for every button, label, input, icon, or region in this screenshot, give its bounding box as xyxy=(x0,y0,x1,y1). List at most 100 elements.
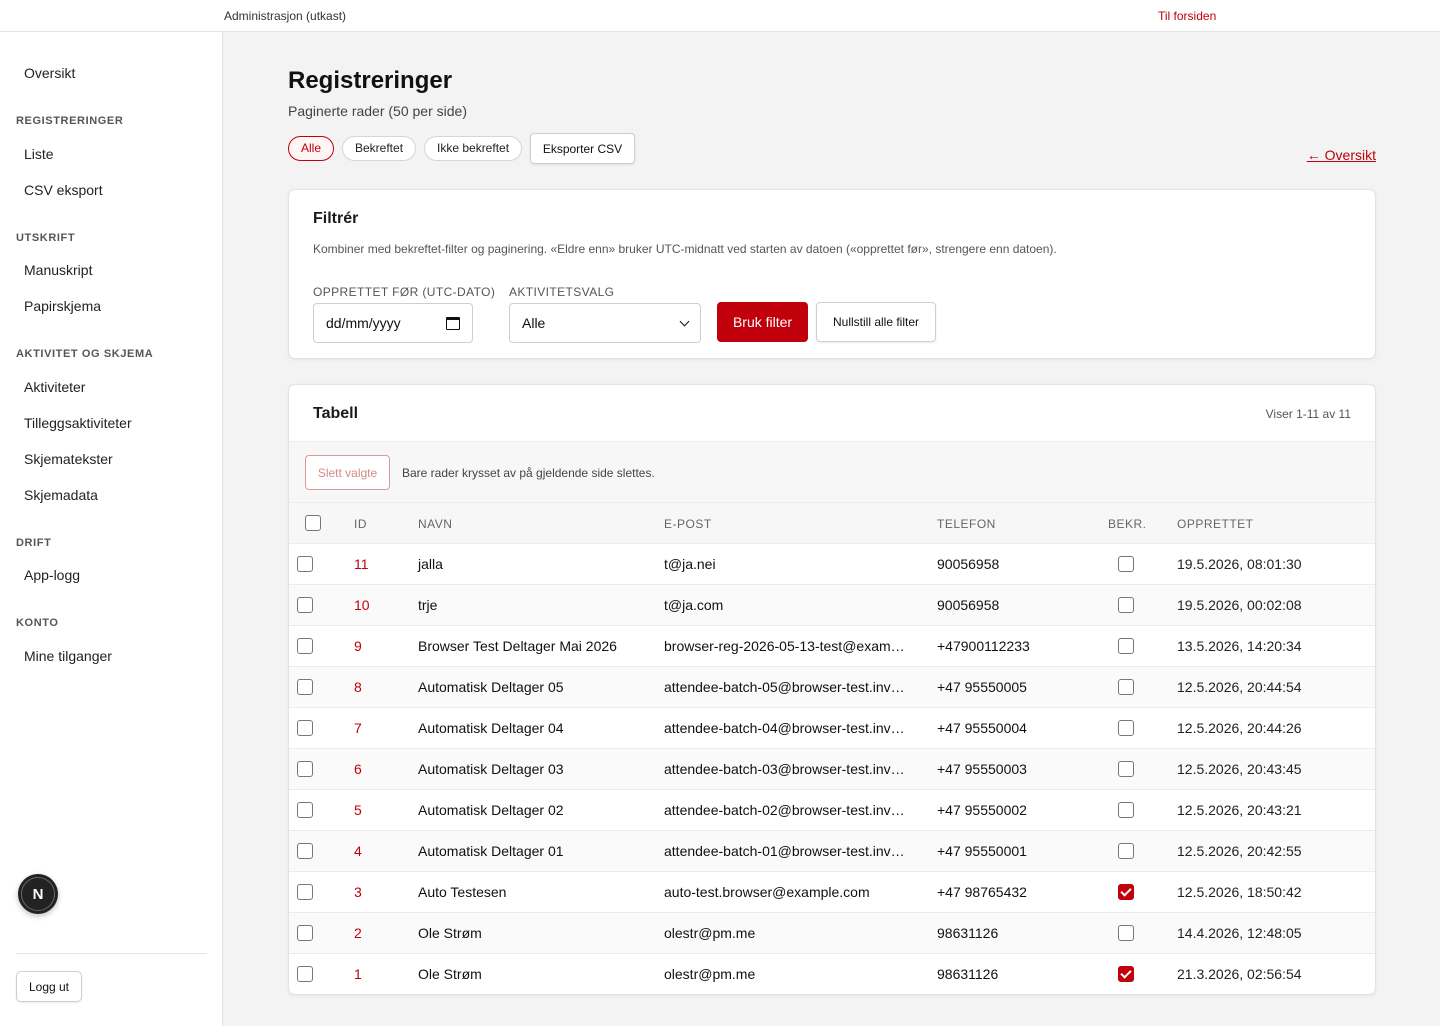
row-select-checkbox[interactable] xyxy=(297,925,313,941)
column-header-telefon: TELEFON xyxy=(937,517,996,531)
row-phone: 98631126 xyxy=(937,966,999,982)
row-select-checkbox[interactable] xyxy=(297,966,313,982)
back-to-overview-link[interactable]: ← Oversikt xyxy=(1307,147,1376,163)
sidebar-item-skjemadata[interactable]: Skjemadata xyxy=(24,487,98,503)
filter-chip-alle[interactable]: Alle xyxy=(288,136,335,161)
dev-badge-letter: N xyxy=(21,877,55,911)
row-confirmed-checkbox[interactable] xyxy=(1118,966,1134,982)
row-confirmed-checkbox[interactable] xyxy=(1118,925,1134,941)
sidebar-item-aktiviteter[interactable]: Aktiviteter xyxy=(24,379,85,395)
row-id-link[interactable]: 3 xyxy=(354,884,362,900)
row-email: attendee-batch-05@browser-test.inv… xyxy=(664,679,905,695)
row-id-link[interactable]: 1 xyxy=(354,966,362,982)
activity-select[interactable]: Alle xyxy=(509,303,701,343)
row-confirmed-checkbox[interactable] xyxy=(1118,720,1134,736)
sidebar-item-mine-tilganger[interactable]: Mine tilganger xyxy=(24,648,112,664)
filter-chip-ikke-bekreftet[interactable]: Ikke bekreftet xyxy=(424,136,523,161)
delete-note: Bare rader krysset av på gjeldende side … xyxy=(402,466,655,480)
sidebar-item-csv-eksport[interactable]: CSV eksport xyxy=(24,182,103,198)
sidebar-item-app-logg[interactable]: App-logg xyxy=(24,567,80,583)
row-confirmed-checkbox[interactable] xyxy=(1118,843,1134,859)
row-name: Ole Strøm xyxy=(418,925,482,941)
sidebar-item-oversikt[interactable]: Oversikt xyxy=(24,65,75,81)
sidebar-item-manuskript[interactable]: Manuskript xyxy=(24,262,92,278)
row-select-checkbox[interactable] xyxy=(297,761,313,777)
row-id-link[interactable]: 2 xyxy=(354,925,362,941)
reset-filters-button[interactable]: Nullstill alle filter xyxy=(816,302,936,342)
page-title: Registreringer xyxy=(288,67,453,94)
row-phone: 90056958 xyxy=(937,556,1000,572)
row-confirmed-checkbox[interactable] xyxy=(1118,597,1134,613)
row-created: 12.5.2026, 20:44:54 xyxy=(1177,679,1302,695)
filter-chip-bekreftet[interactable]: Bekreftet xyxy=(342,136,417,161)
row-phone: +47 95550004 xyxy=(937,720,1027,736)
row-email: attendee-batch-04@browser-test.inv… xyxy=(664,720,905,736)
row-confirmed-checkbox[interactable] xyxy=(1118,884,1134,900)
row-created: 14.4.2026, 12:48:05 xyxy=(1177,925,1302,941)
table-row: 8 Automatisk Deltager 05 attendee-batch-05… xyxy=(289,666,1375,707)
table-title: Tabell xyxy=(313,405,359,422)
calendar-icon[interactable] xyxy=(446,316,460,330)
column-header-navn: NAVN xyxy=(418,517,453,531)
row-email: olestr@pm.me xyxy=(664,925,756,941)
row-created: 12.5.2026, 20:44:26 xyxy=(1177,720,1302,736)
row-id-link[interactable]: 11 xyxy=(354,556,369,572)
row-confirmed-checkbox[interactable] xyxy=(1118,761,1134,777)
logout-button[interactable]: Logg ut xyxy=(16,971,82,1002)
row-name: Automatisk Deltager 05 xyxy=(418,679,564,695)
row-select-checkbox[interactable] xyxy=(297,679,313,695)
sidebar-section-registreringer: REGISTRERINGER xyxy=(16,115,124,127)
table-row: 7 Automatisk Deltager 04 attendee-batch-04… xyxy=(289,707,1375,748)
table-header: ID NAVN E-POST TELEFON BEKR. OPPRETTET xyxy=(289,503,1375,543)
row-confirmed-checkbox[interactable] xyxy=(1118,638,1134,654)
date-filter-label: OPPRETTET FØR (UTC-DATO) xyxy=(313,285,496,299)
row-created: 21.3.2026, 02:56:54 xyxy=(1177,966,1302,982)
row-confirmed-checkbox[interactable] xyxy=(1118,679,1134,695)
select-all-checkbox[interactable] xyxy=(305,515,321,531)
column-header-opprettet: OPPRETTET xyxy=(1177,517,1254,531)
row-id-link[interactable]: 8 xyxy=(354,679,362,695)
row-created: 12.5.2026, 20:42:55 xyxy=(1177,843,1302,859)
export-csv-button[interactable]: Eksporter CSV xyxy=(530,133,635,164)
row-id-link[interactable]: 6 xyxy=(354,761,362,777)
row-select-checkbox[interactable] xyxy=(297,597,313,613)
sidebar-item-tilleggsaktiviteter[interactable]: Tilleggsaktiviteter xyxy=(24,415,132,431)
table-row: 4 Automatisk Deltager 01 attendee-batch-01… xyxy=(289,830,1375,871)
created-before-date-input[interactable]: dd/mm/yyyy xyxy=(313,303,473,343)
table-row: 2 Ole Strøm olestr@pm.me 98631126 14.4.2026,… xyxy=(289,912,1375,953)
chevron-down-icon xyxy=(679,316,690,326)
row-id-link[interactable]: 9 xyxy=(354,638,362,654)
sidebar-item-papirskjema[interactable]: Papirskjema xyxy=(24,298,101,314)
apply-filter-button[interactable]: Bruk filter xyxy=(717,302,808,342)
sidebar-item-liste[interactable]: Liste xyxy=(24,146,54,162)
row-select-checkbox[interactable] xyxy=(297,884,313,900)
row-email: olestr@pm.me xyxy=(664,966,756,982)
row-id-link[interactable]: 7 xyxy=(354,720,362,736)
row-select-checkbox[interactable] xyxy=(297,556,313,572)
column-header-bekreftet: BEKR. xyxy=(1108,517,1147,531)
table-body: 11 jalla t@ja.nei 90056958 19.5.2026, 08:01:… xyxy=(289,543,1375,994)
page-subtitle: Paginerte rader (50 per side) xyxy=(288,103,467,119)
row-id-link[interactable]: 4 xyxy=(354,843,362,859)
row-confirmed-checkbox[interactable] xyxy=(1118,556,1134,572)
row-confirmed-checkbox[interactable] xyxy=(1118,802,1134,818)
row-select-checkbox[interactable] xyxy=(297,802,313,818)
row-id-link[interactable]: 10 xyxy=(354,597,370,613)
activity-filter-label: AKTIVITETSVALG xyxy=(509,285,615,299)
row-id-link[interactable]: 5 xyxy=(354,802,362,818)
row-email: auto-test.browser@example.com xyxy=(664,884,870,900)
row-select-checkbox[interactable] xyxy=(297,720,313,736)
sidebar-section-utskrift: UTSKRIFT xyxy=(16,232,76,244)
delete-selected-button[interactable]: Slett valgte xyxy=(305,455,390,490)
dev-badge-icon[interactable]: N xyxy=(18,874,58,914)
bulk-action-bar: Slett valgte Bare rader krysset av på gj… xyxy=(289,441,1375,503)
row-name: Automatisk Deltager 02 xyxy=(418,802,564,818)
row-email: browser-reg-2026-05-13-test@exam… xyxy=(664,638,905,654)
row-name: Auto Testesen xyxy=(418,884,507,900)
filter-title: Filtrér xyxy=(313,210,359,227)
row-select-checkbox[interactable] xyxy=(297,638,313,654)
home-link[interactable]: Til forsiden xyxy=(1158,9,1216,23)
sidebar-item-skjematekster[interactable]: Skjematekster xyxy=(24,451,113,467)
row-select-checkbox[interactable] xyxy=(297,843,313,859)
table-row: 11 jalla t@ja.nei 90056958 19.5.2026, 08:01:… xyxy=(289,543,1375,584)
